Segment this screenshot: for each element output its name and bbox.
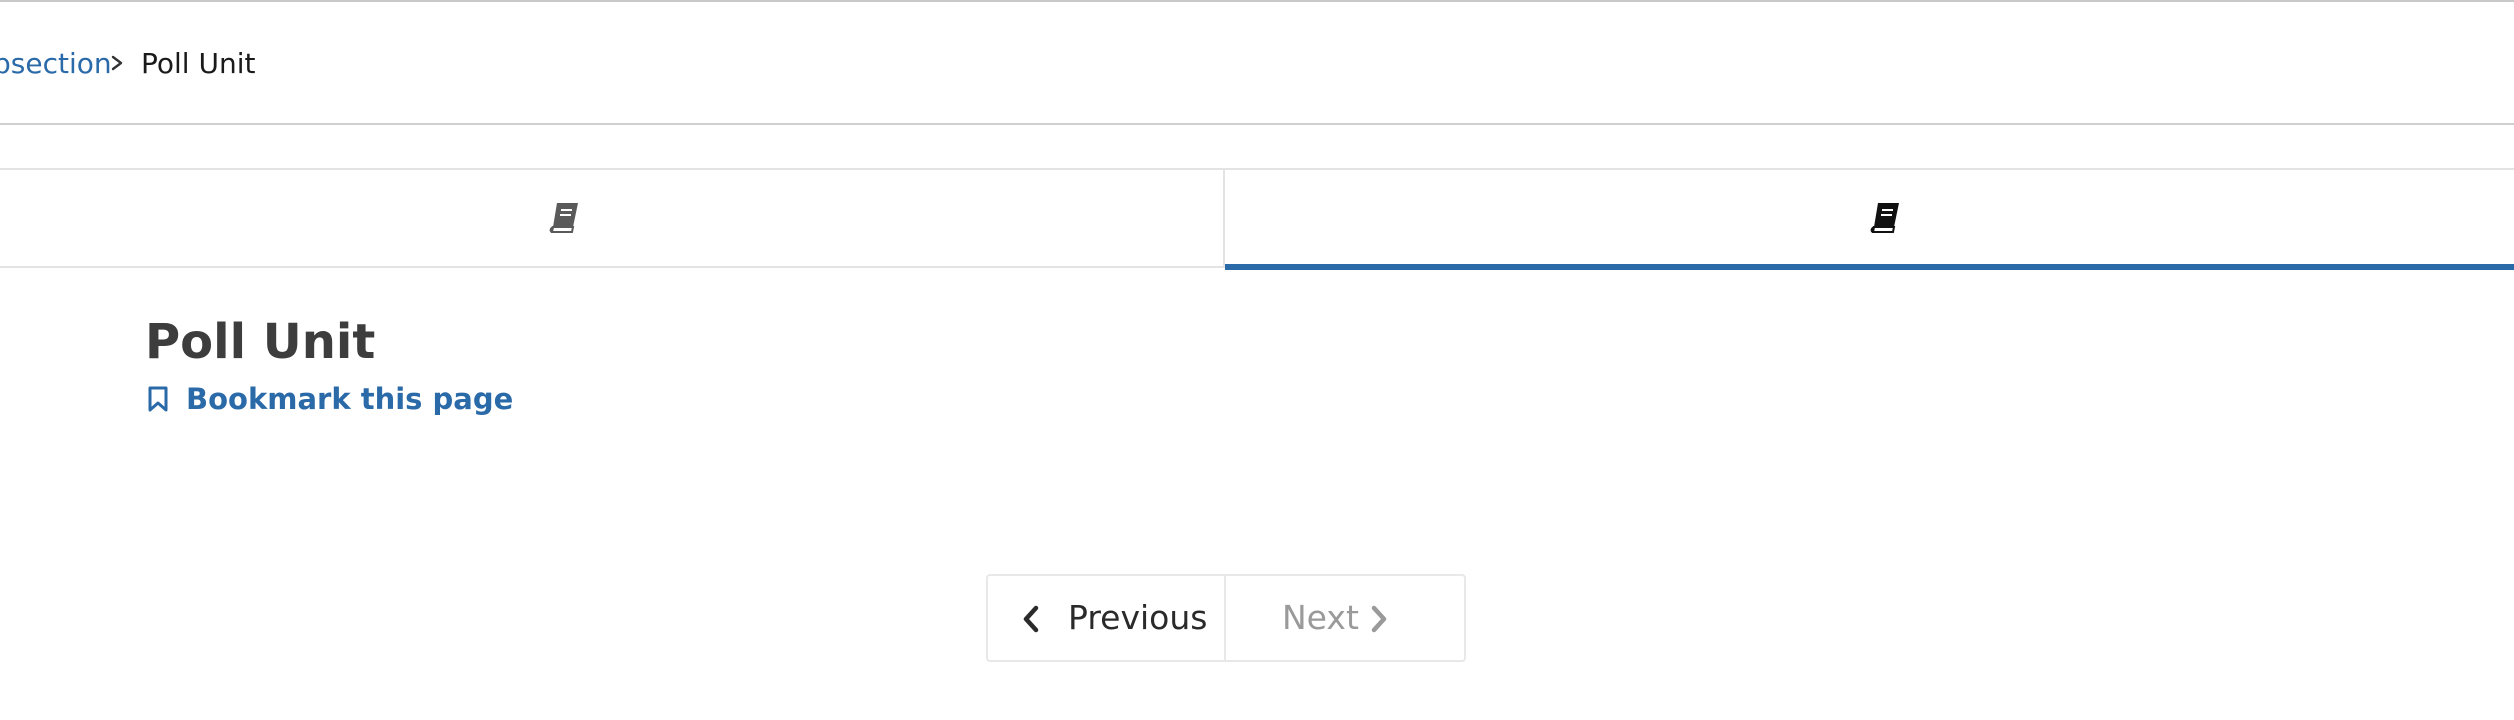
chevron-left-icon: [1023, 605, 1039, 633]
previous-label: Previous: [1068, 598, 1208, 637]
chevron-right-icon: [111, 55, 123, 71]
tab-unit-1[interactable]: [0, 170, 1225, 266]
tab-unit-2[interactable]: [1225, 170, 2514, 270]
bookmark-icon: [148, 386, 168, 412]
breadcrumb: psection Poll Unit: [0, 2, 2514, 125]
breadcrumb-current: Poll Unit: [141, 47, 256, 80]
breadcrumb-parent-link[interactable]: psection: [0, 46, 112, 82]
page: psection Poll Unit Poll Unit Bookmark th…: [0, 0, 2514, 720]
book-icon: [1870, 203, 1899, 233]
chevron-right-icon: [1371, 605, 1387, 633]
bookmark-label: Bookmark this page: [186, 382, 514, 416]
tab-bar: [0, 168, 2514, 270]
book-icon: [549, 203, 578, 233]
next-label: Next: [1282, 598, 1359, 637]
pagination: Previous Next: [986, 574, 1466, 662]
previous-button[interactable]: Previous: [988, 576, 1226, 660]
next-button: Next: [1226, 576, 1464, 660]
active-tab-indicator: [1225, 264, 2514, 270]
page-title: Poll Unit: [145, 314, 376, 370]
